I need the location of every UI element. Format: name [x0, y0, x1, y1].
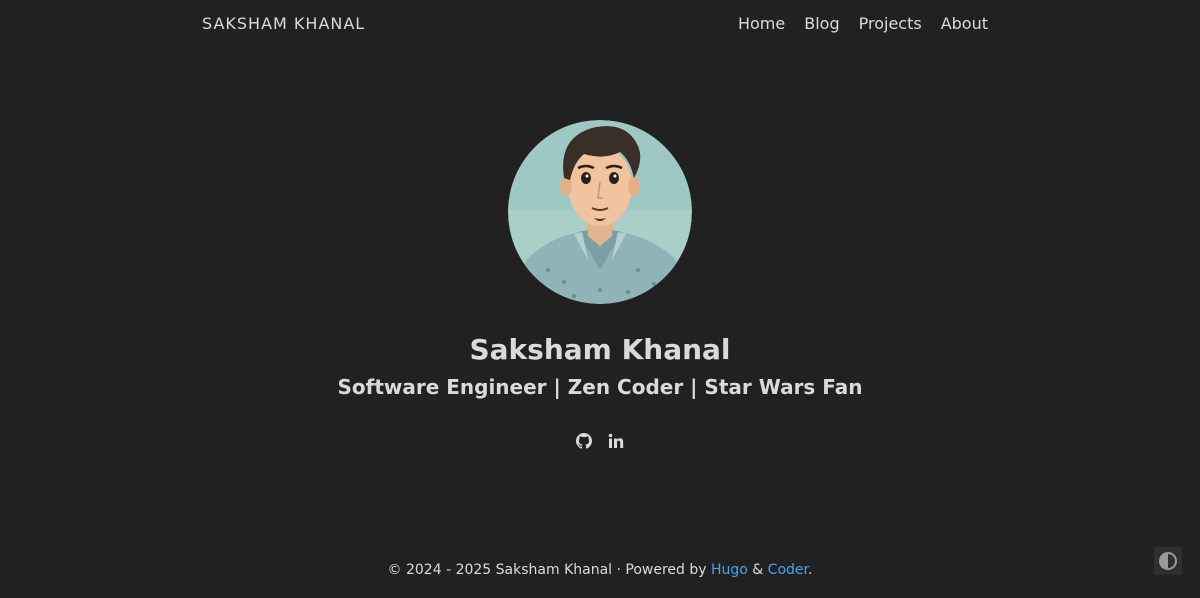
github-link[interactable]	[575, 433, 593, 451]
coder-link[interactable]: Coder	[768, 562, 808, 578]
profile-name: Saksham Khanal	[469, 333, 731, 366]
social-links	[0, 433, 1200, 451]
theme-toggle-button[interactable]	[1154, 547, 1182, 575]
site-footer: © 2024 - 2025 Saksham Khanal · Powered b…	[0, 560, 1200, 580]
top-navigation: SAKSHAM KHANAL Home Blog Projects About	[0, 0, 1200, 50]
nav-item-home: Home	[719, 14, 785, 33]
nav-menu: Home Blog Projects About	[719, 14, 988, 33]
footer-period: .	[807, 562, 813, 578]
footer-copyright: © 2024 - 2025 Saksham Khanal · Powered b…	[387, 562, 711, 578]
avatar	[508, 120, 692, 304]
footer-ampersand: &	[747, 562, 768, 578]
nav-link-about[interactable]: About	[941, 14, 988, 33]
nav-item-blog: Blog	[785, 14, 839, 33]
github-icon	[576, 433, 592, 449]
nav-item-about: About	[922, 14, 988, 33]
profile-tagline: Software Engineer | Zen Coder | Star War…	[337, 375, 863, 399]
nav-link-blog[interactable]: Blog	[804, 14, 839, 33]
nav-link-projects[interactable]: Projects	[859, 14, 922, 33]
contrast-icon	[1159, 552, 1177, 570]
linkedin-link[interactable]	[607, 433, 625, 451]
linkedin-icon	[608, 433, 624, 448]
nav-item-projects: Projects	[840, 14, 922, 33]
nav-link-home[interactable]: Home	[738, 14, 785, 33]
site-brand-link[interactable]: SAKSHAM KHANAL	[202, 14, 365, 33]
profile-hero: Saksham Khanal Software Engineer | Zen C…	[0, 120, 1200, 451]
hugo-link[interactable]: Hugo	[711, 562, 748, 578]
